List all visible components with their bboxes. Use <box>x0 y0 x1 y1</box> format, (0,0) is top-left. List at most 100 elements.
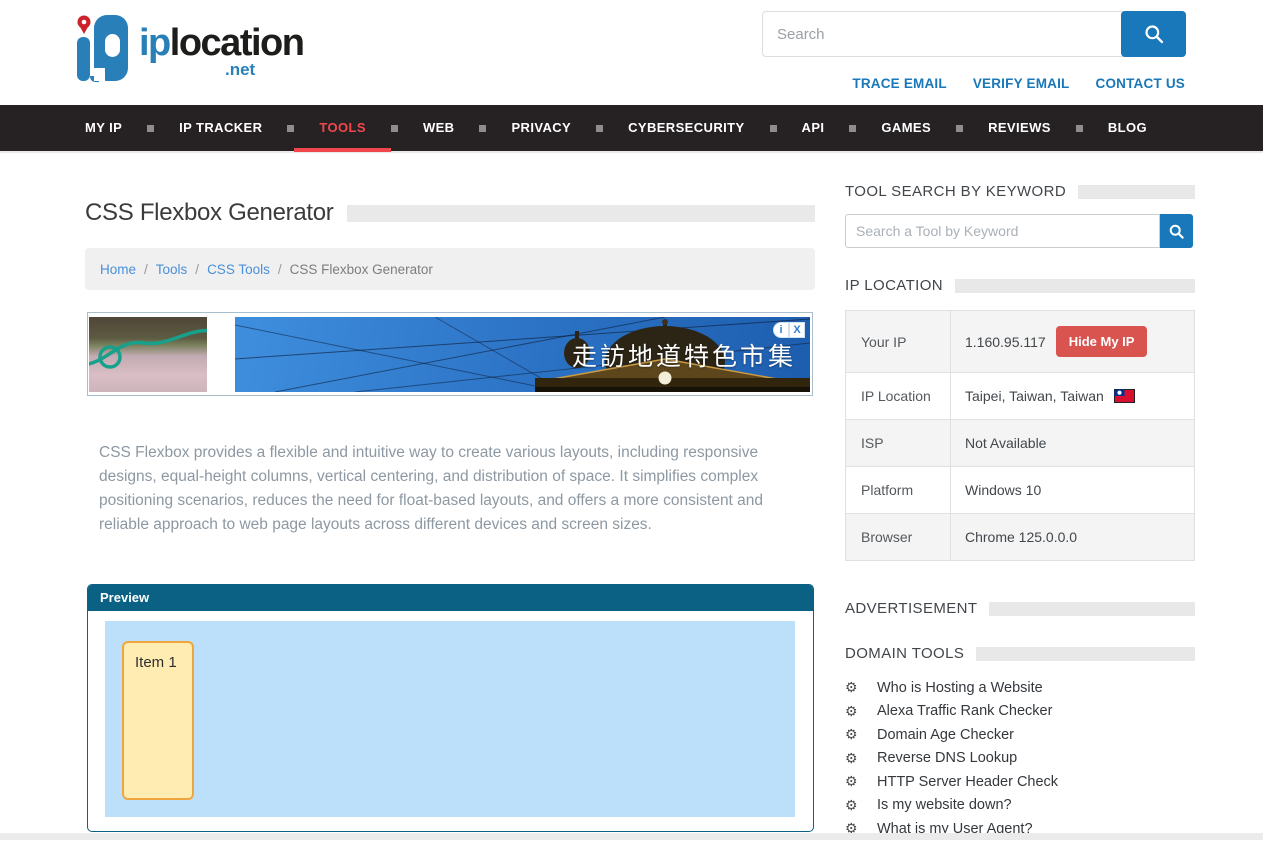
gear-icon: ⚙ <box>845 679 861 696</box>
domain-tool-label: Domain Age Checker <box>877 727 1014 743</box>
table-row: ISP Not Available <box>846 420 1194 467</box>
table-row: IP Location Taipei, Taiwan, Taiwan <box>846 373 1194 420</box>
header-links: TRACE EMAIL VERIFY EMAIL CONTACT US <box>852 76 1185 91</box>
taiwan-flag-icon <box>1114 389 1135 403</box>
ip-row-label: Your IP <box>846 311 951 372</box>
hide-my-ip-button[interactable]: Hide My IP <box>1056 326 1148 357</box>
ad-close-icon[interactable]: X <box>789 322 805 338</box>
heading-decoration-bar <box>989 602 1195 616</box>
isp-value: Not Available <box>951 420 1194 466</box>
nav-item-privacy[interactable]: PRIVACY <box>511 104 571 152</box>
heading-decoration-bar <box>955 279 1195 293</box>
breadcrumb-css-tools[interactable]: CSS Tools <box>207 262 270 277</box>
nav-item-games[interactable]: GAMES <box>881 104 931 152</box>
heading-decoration-bar <box>976 647 1195 661</box>
tool-search <box>845 214 1193 248</box>
nav-separator <box>391 125 398 132</box>
nav-item-ip-tracker[interactable]: IP TRACKER <box>179 104 262 152</box>
nav-item-api[interactable]: API <box>802 104 825 152</box>
ad-controls: i X <box>773 322 805 338</box>
nav-separator <box>849 125 856 132</box>
platform-value: Windows 10 <box>951 467 1194 513</box>
contact-us-link[interactable]: CONTACT US <box>1096 76 1186 91</box>
breadcrumb-separator: / <box>144 262 148 277</box>
nav-separator <box>147 125 154 132</box>
breadcrumb-home[interactable]: Home <box>100 262 136 277</box>
tool-search-button[interactable] <box>1160 214 1193 248</box>
search-icon <box>1168 223 1185 240</box>
domain-tool-label: HTTP Server Header Check <box>877 774 1058 790</box>
ad-thumbnail-image[interactable] <box>89 317 207 392</box>
nav-separator <box>596 125 603 132</box>
nav-item-tools[interactable]: TOOLS <box>319 104 366 152</box>
ad-main-image[interactable]: 走訪地道特色市集 i X <box>235 317 810 392</box>
ip-location-heading-label: IP LOCATION <box>845 277 943 294</box>
flexbox-preview-item[interactable]: Item 1 <box>122 641 194 800</box>
nav-separator <box>1076 125 1083 132</box>
page-title: CSS Flexbox Generator <box>85 199 333 227</box>
table-row: Platform Windows 10 <box>846 467 1194 514</box>
ip-location-value: Taipei, Taiwan, Taiwan <box>965 388 1104 404</box>
tool-search-heading: TOOL SEARCH BY KEYWORD <box>845 183 1195 200</box>
nav-item-blog[interactable]: BLOG <box>1108 104 1147 152</box>
tool-search-heading-label: TOOL SEARCH BY KEYWORD <box>845 183 1066 200</box>
header-search-input[interactable] <box>762 11 1125 57</box>
ad-overlay-text: 走訪地道特色市集 <box>572 337 796 373</box>
advertisement-heading-label: ADVERTISEMENT <box>845 600 977 617</box>
ip-location-table: Your IP 1.160.95.117 Hide My IP IP Locat… <box>845 310 1195 561</box>
domain-tool-link-domain-age[interactable]: ⚙ Domain Age Checker <box>845 726 1195 743</box>
preview-panel-header: Preview <box>88 585 813 611</box>
domain-tool-link-hosting[interactable]: ⚙ Who is Hosting a Website <box>845 679 1195 696</box>
title-decoration-bar <box>347 205 815 222</box>
tool-search-input[interactable] <box>845 214 1160 248</box>
advertisement-heading: ADVERTISEMENT <box>845 600 1195 617</box>
domain-tool-link-http-header[interactable]: ⚙ HTTP Server Header Check <box>845 773 1195 790</box>
domain-tool-link-reverse-dns[interactable]: ⚙Reverse DNS Lookup <box>845 750 1195 767</box>
domain-tool-label: Alexa Traffic Rank Checker <box>877 703 1052 719</box>
flexbox-preview-container: Item 1 <box>105 621 795 817</box>
page-bottom-strip <box>0 833 1263 840</box>
domain-tools-heading: DOMAIN TOOLS <box>845 645 1195 662</box>
domain-tools-list: ⚙ Who is Hosting a Website ⚙ Alexa Traffic… <box>845 679 1195 844</box>
gear-icon: ⚙ <box>845 773 861 790</box>
ip-row-value: Taipei, Taiwan, Taiwan <box>951 373 1194 419</box>
domain-tool-label: Reverse DNS Lookup <box>877 750 1017 766</box>
your-ip-value: 1.160.95.117 <box>965 334 1046 350</box>
breadcrumb-separator: / <box>278 262 282 277</box>
main-nav: MY IP IP TRACKER TOOLS WEB PRIVACY CYBER… <box>0 105 1263 153</box>
domain-tool-link-website-down[interactable]: ⚙ Is my website down? <box>845 797 1195 814</box>
logo-wordmark: iplocation <box>139 22 303 65</box>
ip-row-value: 1.160.95.117 Hide My IP <box>951 311 1194 372</box>
ip-row-label: IP Location <box>846 373 951 419</box>
domain-tool-label: Who is Hosting a Website <box>877 680 1043 696</box>
ip-row-label: Browser <box>846 514 951 560</box>
gear-icon: ⚙ <box>845 703 861 720</box>
ip-row-label: Platform <box>846 467 951 513</box>
browser-value: Chrome 125.0.0.0 <box>951 514 1194 560</box>
gear-icon: ⚙ <box>845 726 861 743</box>
ad-info-icon[interactable]: i <box>773 322 789 338</box>
verify-email-link[interactable]: VERIFY EMAIL <box>973 76 1070 91</box>
logo-net-suffix: .net <box>225 60 255 80</box>
tool-description: CSS Flexbox provides a flexible and intu… <box>99 441 796 537</box>
gear-icon: ⚙ <box>845 797 861 814</box>
domain-tool-link-alexa-rank[interactable]: ⚙ Alexa Traffic Rank Checker <box>845 703 1195 720</box>
nav-separator <box>770 125 777 132</box>
ad-banner[interactable]: 走訪地道特色市集 i X <box>87 312 813 396</box>
nav-item-web[interactable]: WEB <box>423 104 455 152</box>
ad-thumbnail-graphic <box>89 317 207 392</box>
search-icon <box>1143 23 1165 45</box>
table-row: Browser Chrome 125.0.0.0 <box>846 514 1194 561</box>
nav-separator <box>479 125 486 132</box>
preview-panel: Preview Item 1 <box>87 584 814 832</box>
trace-email-link[interactable]: TRACE EMAIL <box>852 76 946 91</box>
breadcrumb-tools[interactable]: Tools <box>156 262 188 277</box>
nav-item-reviews[interactable]: REVIEWS <box>988 104 1051 152</box>
nav-item-my-ip[interactable]: MY IP <box>85 104 122 152</box>
domain-tool-label: Is my website down? <box>877 797 1012 813</box>
header-search-button[interactable] <box>1121 11 1186 57</box>
site-logo[interactable]: iplocation .net <box>75 8 315 90</box>
nav-item-cybersecurity[interactable]: CYBERSECURITY <box>628 104 744 152</box>
ip-row-label: ISP <box>846 420 951 466</box>
ip-location-heading: IP LOCATION <box>845 277 1195 294</box>
